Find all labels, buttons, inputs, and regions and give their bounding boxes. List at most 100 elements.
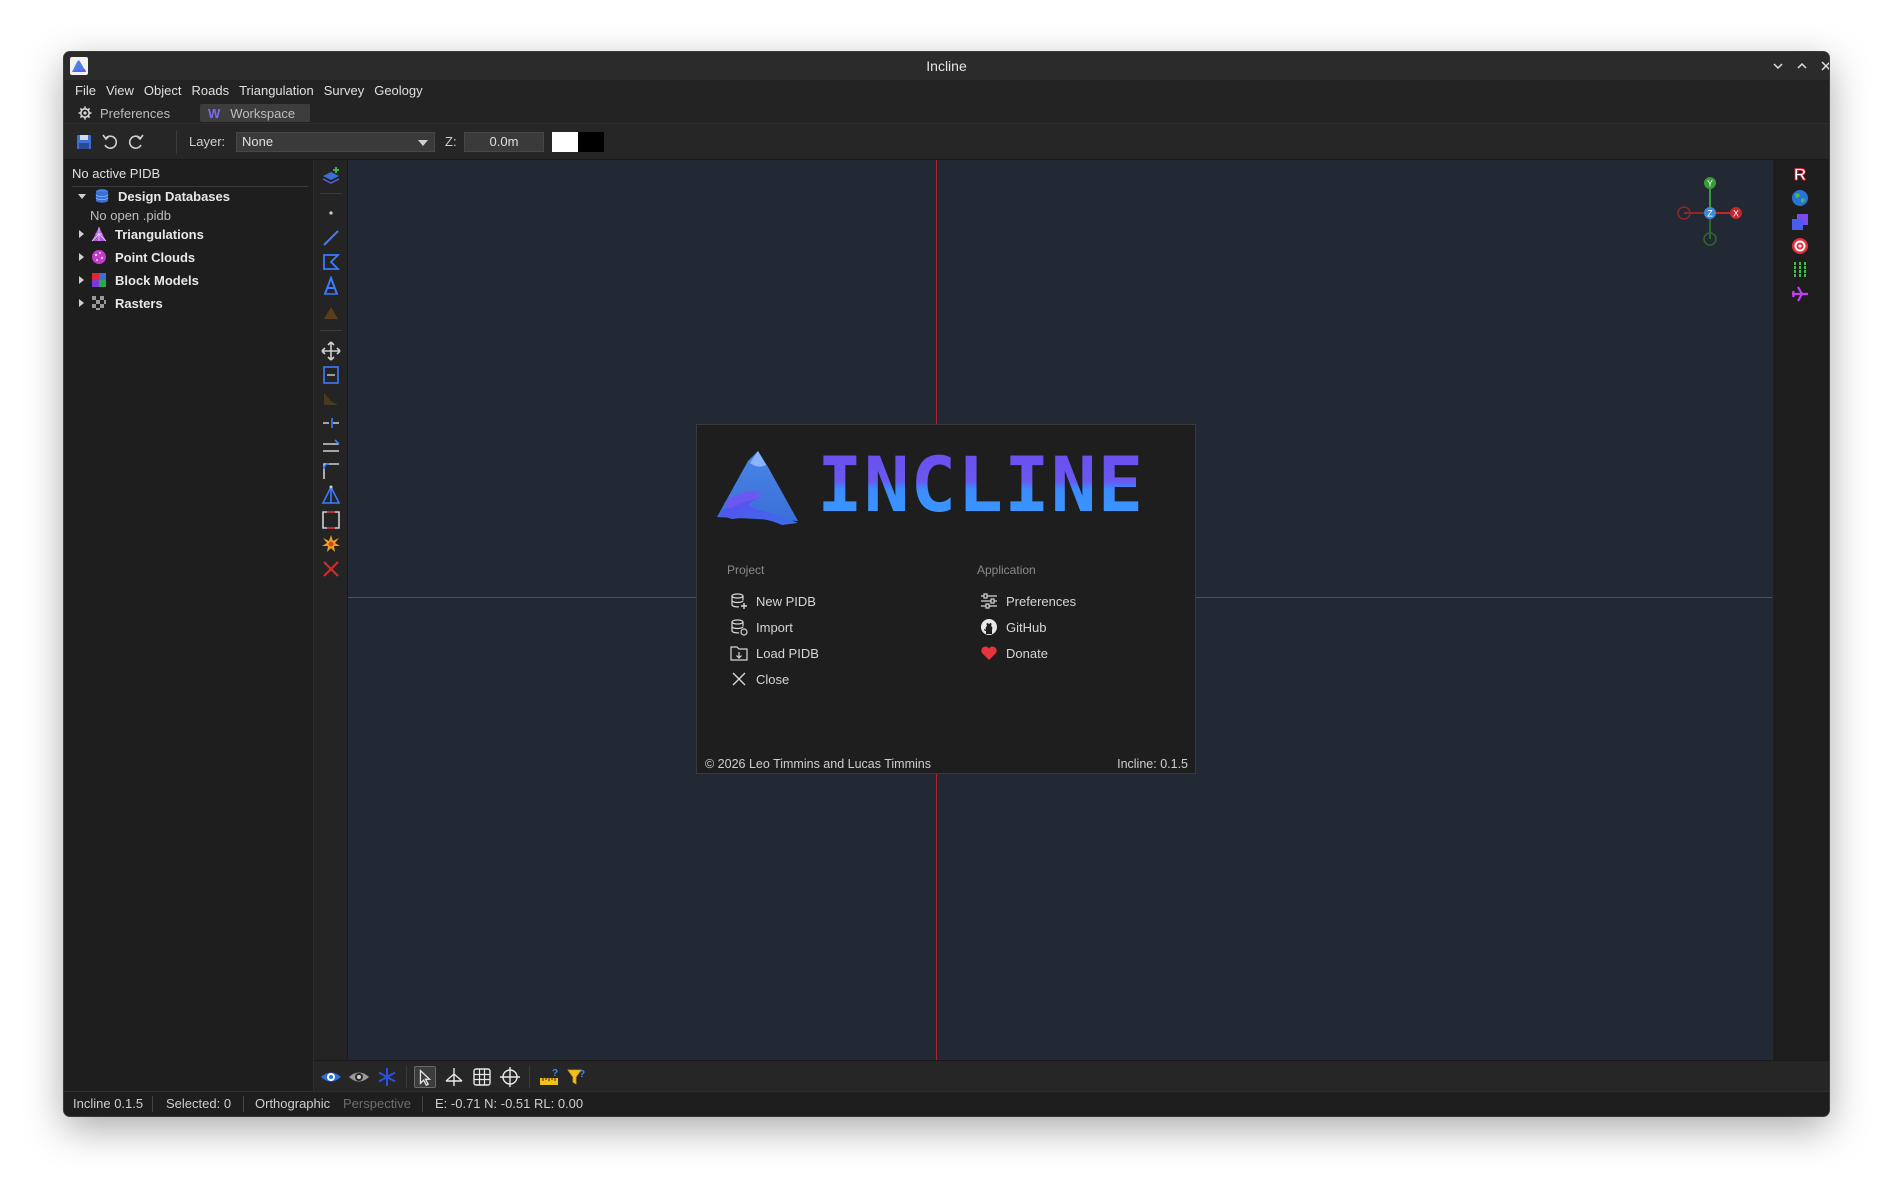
tree-label: Point Clouds xyxy=(115,249,196,265)
svg-text:?: ? xyxy=(552,1068,558,1079)
tree-label: Triangulations xyxy=(115,226,204,242)
gear-icon xyxy=(78,106,92,120)
disabled-tool-icon[interactable] xyxy=(321,389,341,409)
offset-tool-icon[interactable] xyxy=(321,437,341,457)
open-folder-icon xyxy=(730,646,748,661)
close-icon xyxy=(732,672,746,686)
r-logo-icon[interactable]: R xyxy=(1790,164,1810,184)
menu-file[interactable]: File xyxy=(70,80,101,102)
snap-vertex-icon[interactable] xyxy=(443,1066,465,1088)
z-label: Z: xyxy=(445,134,457,149)
undo-icon[interactable] xyxy=(100,132,120,152)
z-elevation-input[interactable]: 0.0m xyxy=(464,132,544,152)
menu-triangulation[interactable]: Triangulation xyxy=(234,80,319,102)
tree-label: Block Models xyxy=(115,272,199,288)
point-tool-icon[interactable] xyxy=(321,203,341,223)
axis-gizmo[interactable]: Y Z X xyxy=(1670,173,1750,253)
add-layer-icon[interactable] xyxy=(321,166,341,186)
palette-separator xyxy=(320,330,342,331)
globe-icon[interactable] xyxy=(1790,188,1810,208)
tree-label: Rasters xyxy=(115,295,163,311)
background-color-swatch[interactable] xyxy=(578,132,604,152)
layer-value: None xyxy=(242,134,274,149)
collapse-arrow-icon[interactable] xyxy=(79,299,84,307)
menu-view[interactable]: View xyxy=(101,80,139,102)
maximize-icon[interactable] xyxy=(1794,58,1810,74)
app-version-status: Incline 0.1.5 xyxy=(73,1096,144,1111)
menu-bar: File View Object Roads Triangulation Sur… xyxy=(64,80,1829,102)
collapse-arrow-icon[interactable] xyxy=(79,230,84,238)
view-mode-perspective[interactable]: Perspective xyxy=(343,1092,411,1116)
load-pidb-label: Load PIDB xyxy=(756,645,819,661)
toolbar-separator xyxy=(529,1066,530,1088)
application-heading: Application xyxy=(977,563,1036,577)
perspective-label: Perspective xyxy=(343,1096,411,1111)
view-mode-orthographic[interactable]: Orthographic xyxy=(255,1092,330,1116)
selected-count: Selected: 0 xyxy=(166,1096,232,1111)
show-all-icon[interactable] xyxy=(320,1066,342,1088)
foreground-color-swatch[interactable] xyxy=(552,132,578,152)
load-pidb-button[interactable]: Load PIDB xyxy=(730,643,819,663)
tab-workspace[interactable]: W Workspace xyxy=(200,104,310,122)
tab-bar: Preferences W Workspace xyxy=(64,102,1829,124)
axis-x-label: X xyxy=(1733,209,1739,219)
close-window-icon[interactable] xyxy=(1818,58,1829,74)
drillhole-icon[interactable] xyxy=(1790,260,1810,280)
expand-arrow-icon[interactable] xyxy=(78,193,86,199)
tree-item-point-clouds[interactable]: Point Clouds xyxy=(64,247,195,267)
filter-query-icon[interactable]: ? xyxy=(566,1066,588,1088)
close-button[interactable]: Close xyxy=(730,669,789,689)
fillet-tool-icon[interactable] xyxy=(321,461,341,481)
target-icon[interactable] xyxy=(1790,236,1810,256)
axis-y-label: Y xyxy=(1707,179,1713,189)
point-cloud-icon xyxy=(92,250,106,264)
tab-preferences[interactable]: Preferences xyxy=(78,104,170,122)
tree-item-triangulations[interactable]: Triangulations xyxy=(64,224,204,244)
toolbar-separator xyxy=(406,1066,407,1088)
boundary-tool-icon[interactable] xyxy=(321,510,341,530)
menu-survey[interactable]: Survey xyxy=(319,80,369,102)
heart-icon xyxy=(981,646,997,660)
tree-item-design-databases[interactable]: Design Databases xyxy=(64,186,230,206)
delete-tool-icon[interactable] xyxy=(321,559,341,579)
freeze-icon[interactable] xyxy=(376,1066,398,1088)
hide-icon[interactable] xyxy=(348,1066,370,1088)
status-bar: Incline 0.1.5 Selected: 0 Orthographic P… xyxy=(64,1091,1829,1116)
donate-label: Donate xyxy=(1006,645,1048,661)
surface-tool-icon[interactable] xyxy=(321,302,341,322)
polyline-tool-icon[interactable] xyxy=(321,252,341,272)
new-pidb-label: New PIDB xyxy=(756,593,816,609)
tree-item-rasters[interactable]: Rasters xyxy=(64,293,163,313)
collapse-arrow-icon[interactable] xyxy=(79,253,84,261)
save-icon[interactable] xyxy=(74,132,94,152)
github-button[interactable]: GitHub xyxy=(980,617,1046,637)
select-pointer-icon[interactable] xyxy=(414,1066,436,1088)
github-label: GitHub xyxy=(1006,619,1047,635)
layer-dropdown[interactable]: None xyxy=(236,132,435,152)
menu-geology[interactable]: Geology xyxy=(369,80,427,102)
explode-tool-icon[interactable] xyxy=(321,534,341,554)
measure-query-icon[interactable]: ? xyxy=(538,1066,560,1088)
import-label: Import xyxy=(756,619,793,635)
collapse-arrow-icon[interactable] xyxy=(79,276,84,284)
stretch-tool-icon[interactable] xyxy=(321,365,341,385)
snap-grid-icon[interactable] xyxy=(471,1066,493,1088)
triangulate-tool-icon[interactable] xyxy=(321,485,341,505)
new-pidb-button[interactable]: New PIDB xyxy=(730,591,816,611)
snap-center-icon[interactable] xyxy=(499,1066,521,1088)
menu-object[interactable]: Object xyxy=(139,80,187,102)
donate-button[interactable]: Donate xyxy=(980,643,1048,663)
break-line-tool-icon[interactable] xyxy=(321,413,341,433)
text-tool-icon[interactable] xyxy=(321,276,341,296)
minimize-icon[interactable] xyxy=(1770,58,1786,74)
redo-icon[interactable] xyxy=(126,132,146,152)
line-tool-icon[interactable] xyxy=(321,228,341,248)
import-button[interactable]: Import xyxy=(730,617,793,637)
move-tool-icon[interactable] xyxy=(321,341,341,361)
project-tree-panel: No active PIDB Design Databases No open … xyxy=(64,160,314,1091)
flythrough-icon[interactable] xyxy=(1790,284,1810,304)
layers-icon[interactable] xyxy=(1790,212,1810,232)
menu-roads[interactable]: Roads xyxy=(186,80,234,102)
tree-item-block-models[interactable]: Block Models xyxy=(64,270,199,290)
preferences-button[interactable]: Preferences xyxy=(980,591,1076,611)
